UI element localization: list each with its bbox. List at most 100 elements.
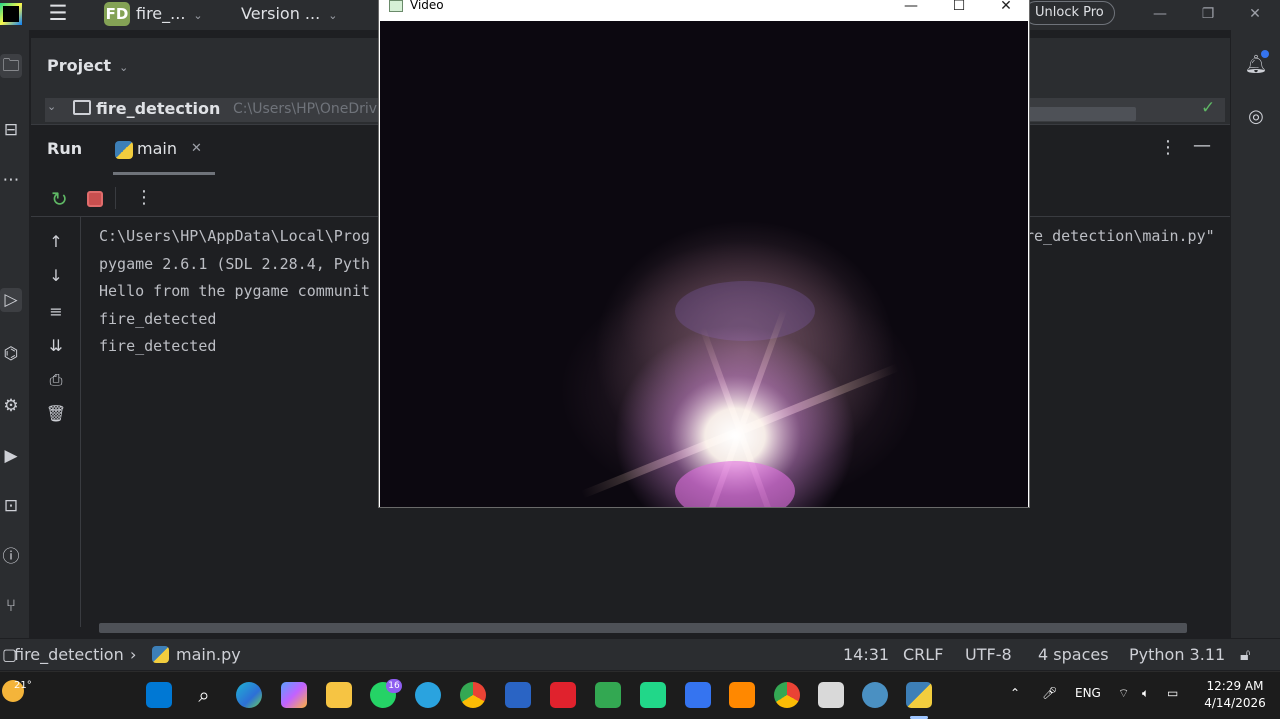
camera-image-flare — [580, 221, 900, 507]
video-window[interactable]: Video — ☐ ✕ — [378, 0, 1030, 508]
version-control-icon[interactable]: ⑂ — [0, 594, 22, 618]
temperature: 21° — [14, 680, 32, 691]
structure-tool-icon[interactable]: ⊟ — [0, 118, 22, 142]
expand-arrow-icon[interactable]: ⌄ — [47, 100, 56, 113]
notification-dot — [1261, 50, 1269, 58]
project-tool-icon[interactable]: 🗀 — [0, 54, 22, 78]
main-menu-icon[interactable]: ☰ — [44, 2, 72, 26]
clear-console-icon[interactable]: 🗑︎ — [45, 403, 67, 425]
youtube-icon[interactable] — [550, 682, 576, 708]
video-title-bar[interactable]: Video — ☐ ✕ — [379, 0, 1029, 21]
project-switcher[interactable]: fire_... ⌄ — [136, 4, 203, 23]
wifi-icon[interactable]: ⌔ — [1118, 686, 1129, 701]
edge-icon[interactable] — [236, 682, 262, 708]
unlock-pro-button[interactable]: Unlock Pro — [1024, 1, 1115, 25]
chrome-alt-icon[interactable] — [774, 682, 800, 708]
pycharm-logo-icon[interactable] — [0, 3, 22, 25]
project-name: fire_... — [136, 4, 186, 23]
project-header: Project — [47, 56, 112, 75]
chevron-down-icon: ⌄ — [193, 9, 203, 22]
whatsapp-badge: 16 — [386, 679, 402, 693]
caret-position[interactable]: 14:31 — [843, 645, 889, 664]
rerun-icon[interactable]: ↻ — [51, 187, 68, 211]
lock-icon[interactable]: 🔓︎ — [1240, 645, 1250, 665]
toolbar-divider — [115, 187, 116, 209]
video-frame — [380, 21, 1028, 507]
console-scrollbar[interactable] — [99, 623, 1187, 633]
close-window-icon[interactable]: ✕ — [994, 0, 1018, 16]
outlook-icon[interactable] — [505, 682, 531, 708]
snipping-tool-icon[interactable] — [818, 682, 844, 708]
indent-setting[interactable]: 4 spaces — [1038, 645, 1109, 664]
start-icon[interactable] — [146, 682, 172, 708]
console-line-tail: re_detection\main.py" — [1025, 227, 1215, 245]
restore-window-icon[interactable]: ❐ — [1198, 4, 1218, 24]
file-encoding[interactable]: UTF-8 — [965, 645, 1012, 664]
minimize-window-icon[interactable]: — — [899, 0, 923, 16]
hide-panel-icon[interactable]: — — [1193, 135, 1211, 156]
copilot-icon[interactable] — [281, 682, 307, 708]
close-window-icon[interactable]: ✕ — [1245, 4, 1265, 24]
language-indicator[interactable]: ENG — [1075, 686, 1101, 700]
clock[interactable]: 12:29 AM 4/14/2026 — [1200, 678, 1270, 712]
status-bar: ▢ fire_detection › main.py 14:31 CRLF UT… — [0, 638, 1280, 670]
vcs-label: Version ... — [241, 4, 321, 23]
chevron-down-icon: ⌄ — [328, 9, 338, 22]
clock-time: 12:29 AM — [1206, 679, 1264, 693]
pycharm-taskbar-icon[interactable] — [640, 682, 666, 708]
clock-date: 4/14/2026 — [1204, 696, 1266, 710]
python-interpreter[interactable]: Python 3.11 — [1129, 645, 1225, 664]
project-view-selector[interactable]: Project ⌄ — [47, 56, 128, 75]
breadcrumb-file[interactable]: main.py — [176, 645, 241, 664]
project-root-path: C:\Users\HP\OneDriv — [233, 101, 378, 117]
telegram-icon[interactable] — [415, 682, 441, 708]
problems-icon[interactable]: ⓘ — [0, 545, 22, 569]
maximize-window-icon[interactable]: ☐ — [947, 0, 971, 16]
services-icon[interactable]: ▶ — [0, 444, 22, 468]
more-actions-icon[interactable]: ⋮ — [135, 187, 153, 208]
microphone-icon[interactable]: 🎤︎ — [1042, 686, 1057, 700]
run-tab-label: main — [137, 139, 177, 158]
windows-taskbar: 21° ⌕ 16 ⌃ 🎤︎ ENG ⌔ 🔈︎ ▭ 12:29 AM 4/14/2… — [0, 671, 1280, 719]
search-icon[interactable]: ⌕ — [191, 682, 217, 708]
close-tab-icon[interactable]: ✕ — [191, 141, 202, 156]
volume-icon[interactable]: 🔈︎ — [1142, 686, 1149, 701]
checkmark-icon: ✓ — [1201, 98, 1216, 118]
vlc-icon[interactable] — [729, 682, 755, 708]
python-console-icon[interactable]: ⚙ — [0, 394, 22, 418]
line-separator[interactable]: CRLF — [903, 645, 943, 664]
project-scrollbar[interactable] — [1028, 107, 1136, 121]
run-tab-main[interactable]: main ✕ — [113, 133, 215, 175]
app-icon[interactable] — [685, 682, 711, 708]
scroll-up-icon[interactable]: ↑ — [45, 231, 67, 253]
console-side-toolbar: ↑ ↓ ≡ ⇊ ⎙ 🗑︎ — [31, 217, 81, 627]
terminal-icon[interactable]: ⊡ — [0, 494, 22, 518]
scroll-to-end-icon[interactable]: ⇊ — [45, 335, 67, 357]
vcs-widget[interactable]: Version ... ⌄ — [241, 4, 337, 23]
run-tool-icon[interactable]: ▷ — [0, 288, 22, 312]
breadcrumb-project[interactable]: fire_detection — [14, 645, 124, 664]
project-badge[interactable]: FD — [104, 2, 130, 26]
options-menu-icon[interactable]: ⋮ — [1159, 137, 1177, 158]
tray-overflow-icon[interactable]: ⌃ — [1010, 686, 1020, 700]
print-icon[interactable]: ⎙ — [45, 369, 67, 391]
soft-wrap-icon[interactable]: ≡ — [45, 301, 67, 323]
right-tool-strip: 🔔︎ ◎ — [1230, 30, 1280, 638]
stop-icon[interactable] — [87, 191, 103, 207]
ai-assistant-icon[interactable]: ◎ — [1243, 104, 1269, 130]
python-packages-icon[interactable]: ⌬ — [0, 342, 22, 366]
window-app-icon — [389, 0, 403, 12]
scroll-down-icon[interactable]: ↓ — [45, 265, 67, 287]
file-explorer-icon[interactable] — [326, 682, 352, 708]
battery-icon[interactable]: ▭ — [1167, 686, 1178, 700]
run-window-title: Run — [47, 139, 83, 158]
python-idle-icon[interactable] — [862, 682, 888, 708]
folder-icon — [73, 100, 91, 115]
minimize-window-icon[interactable]: — — [1150, 4, 1170, 24]
microsoft-store-icon[interactable] — [595, 682, 621, 708]
chevron-down-icon: ⌄ — [119, 61, 129, 74]
more-tools-icon[interactable]: ⋯ — [0, 168, 22, 192]
project-root-name: fire_detection — [96, 99, 221, 118]
python-app-icon[interactable] — [906, 682, 932, 708]
chrome-icon[interactable] — [460, 682, 486, 708]
